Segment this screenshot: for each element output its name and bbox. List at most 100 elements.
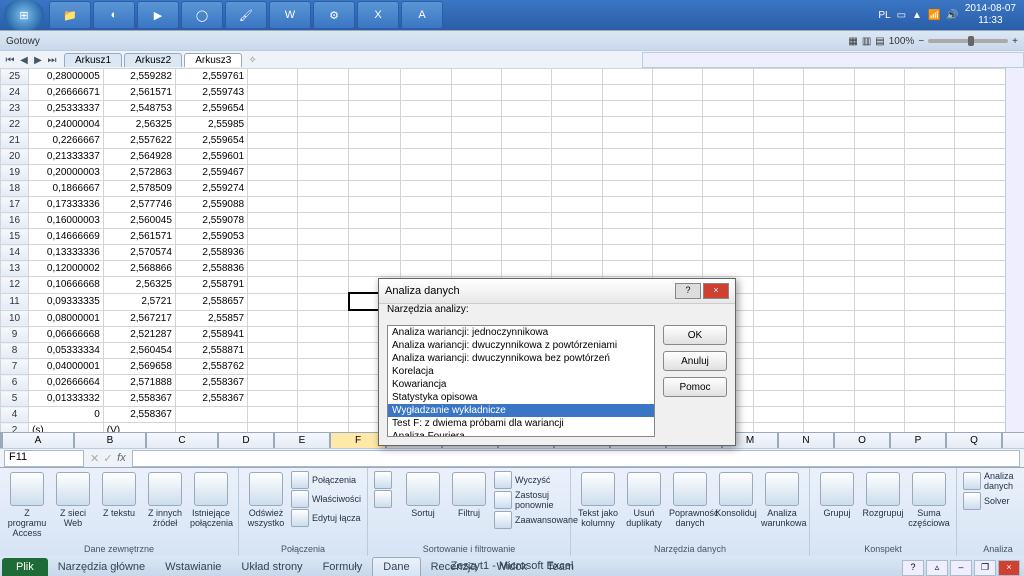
row-header[interactable]: 19 xyxy=(1,165,29,181)
view-break-icon[interactable]: ▤ xyxy=(875,36,884,47)
file-tab[interactable]: Plik xyxy=(2,558,48,576)
cell[interactable] xyxy=(298,229,349,245)
row-header[interactable]: 9 xyxy=(1,327,29,343)
tray-clock[interactable]: 2014-08-07 11:33 xyxy=(965,3,1016,27)
data-validation-button[interactable]: Poprawność danych xyxy=(669,470,711,528)
cell[interactable] xyxy=(854,229,904,245)
cell[interactable] xyxy=(248,343,298,359)
cell[interactable] xyxy=(602,117,652,133)
cell[interactable] xyxy=(955,245,1006,261)
cell[interactable] xyxy=(804,407,854,423)
cell[interactable] xyxy=(248,85,298,101)
cell[interactable] xyxy=(653,69,703,85)
cell[interactable] xyxy=(653,197,703,213)
from-other-button[interactable]: Z innych źródeł xyxy=(144,470,186,528)
cell[interactable] xyxy=(298,261,349,277)
cell[interactable] xyxy=(501,149,551,165)
cell[interactable] xyxy=(854,133,904,149)
cell[interactable] xyxy=(298,133,349,149)
cell[interactable] xyxy=(703,133,753,149)
cell[interactable] xyxy=(248,245,298,261)
cell[interactable] xyxy=(703,69,753,85)
cell[interactable] xyxy=(552,261,602,277)
cell[interactable] xyxy=(451,133,501,149)
cell[interactable] xyxy=(602,197,652,213)
cell[interactable] xyxy=(501,229,551,245)
taskbar-app-media[interactable]: ▶ xyxy=(137,1,179,29)
cell[interactable] xyxy=(753,407,803,423)
cell[interactable] xyxy=(804,69,854,85)
cell[interactable] xyxy=(904,85,954,101)
connections-button[interactable]: Połączenia xyxy=(291,471,361,489)
row-header[interactable]: 11 xyxy=(1,293,29,310)
cell[interactable] xyxy=(349,85,400,101)
cell[interactable] xyxy=(400,101,451,117)
cell[interactable]: 0,14666669 xyxy=(29,229,104,245)
cell[interactable] xyxy=(854,261,904,277)
cell[interactable] xyxy=(703,197,753,213)
cell[interactable]: 2,559761 xyxy=(175,69,247,85)
cell[interactable] xyxy=(804,310,854,327)
taskbar-app-paint[interactable]: 🖌 xyxy=(225,1,267,29)
cell[interactable] xyxy=(904,343,954,359)
row-header[interactable]: 13 xyxy=(1,261,29,277)
list-item[interactable]: Kowariancja xyxy=(388,378,654,391)
cell[interactable] xyxy=(804,261,854,277)
cell[interactable] xyxy=(653,101,703,117)
help-button[interactable]: Pomoc xyxy=(663,377,727,397)
cell[interactable]: 0,08000001 xyxy=(29,310,104,327)
properties-button[interactable]: Właściwości xyxy=(291,490,361,508)
cell[interactable] xyxy=(451,181,501,197)
cell[interactable] xyxy=(854,391,904,407)
cell[interactable] xyxy=(955,229,1006,245)
cell[interactable] xyxy=(248,375,298,391)
cell[interactable] xyxy=(753,391,803,407)
cell[interactable] xyxy=(602,85,652,101)
cell[interactable]: 2,569658 xyxy=(103,359,175,375)
cell[interactable] xyxy=(955,310,1006,327)
cell[interactable] xyxy=(854,245,904,261)
cell[interactable] xyxy=(552,133,602,149)
cancel-button[interactable]: Anuluj xyxy=(663,351,727,371)
cell[interactable] xyxy=(753,213,803,229)
cell[interactable] xyxy=(753,343,803,359)
cell[interactable] xyxy=(854,277,904,294)
cell[interactable] xyxy=(804,359,854,375)
cell[interactable] xyxy=(904,149,954,165)
sheet-tab-1[interactable]: Arkusz1 xyxy=(64,53,122,67)
cell[interactable] xyxy=(298,277,349,294)
row-header[interactable]: 8 xyxy=(1,343,29,359)
cell[interactable]: 2,561571 xyxy=(103,229,175,245)
cell[interactable] xyxy=(955,327,1006,343)
cell[interactable] xyxy=(804,197,854,213)
zoom-slider[interactable] xyxy=(928,39,1008,43)
row-header[interactable]: 22 xyxy=(1,117,29,133)
cell[interactable]: 0,04000001 xyxy=(29,359,104,375)
cell[interactable] xyxy=(703,245,753,261)
cell[interactable] xyxy=(501,213,551,229)
taskbar-app-excel[interactable]: X xyxy=(357,1,399,29)
list-item[interactable]: Statystyka opisowa xyxy=(388,391,654,404)
cell[interactable]: 2,55985 xyxy=(175,117,247,133)
sheet-nav-first[interactable]: ⏮ xyxy=(4,55,16,66)
cell[interactable] xyxy=(804,133,854,149)
cell[interactable] xyxy=(552,117,602,133)
cell[interactable] xyxy=(804,277,854,294)
cell[interactable] xyxy=(248,229,298,245)
formula-input[interactable] xyxy=(132,450,1020,467)
cell[interactable]: 2,560454 xyxy=(103,343,175,359)
cell[interactable] xyxy=(854,407,904,423)
cell[interactable]: 0,12000002 xyxy=(29,261,104,277)
row-header[interactable]: 14 xyxy=(1,245,29,261)
cell[interactable] xyxy=(349,197,400,213)
cell[interactable]: 0,20000003 xyxy=(29,165,104,181)
list-item[interactable]: Analiza wariancji: jednoczynnikowa xyxy=(388,326,654,339)
window-close-icon[interactable]: × xyxy=(998,560,1020,576)
cell[interactable] xyxy=(703,229,753,245)
list-item[interactable]: Analiza wariancji: dwuczynnikowa z powtó… xyxy=(388,339,654,352)
cell[interactable] xyxy=(804,181,854,197)
cell[interactable] xyxy=(602,133,652,149)
cell[interactable] xyxy=(753,165,803,181)
cell[interactable] xyxy=(955,359,1006,375)
cell[interactable]: 0,06666668 xyxy=(29,327,104,343)
